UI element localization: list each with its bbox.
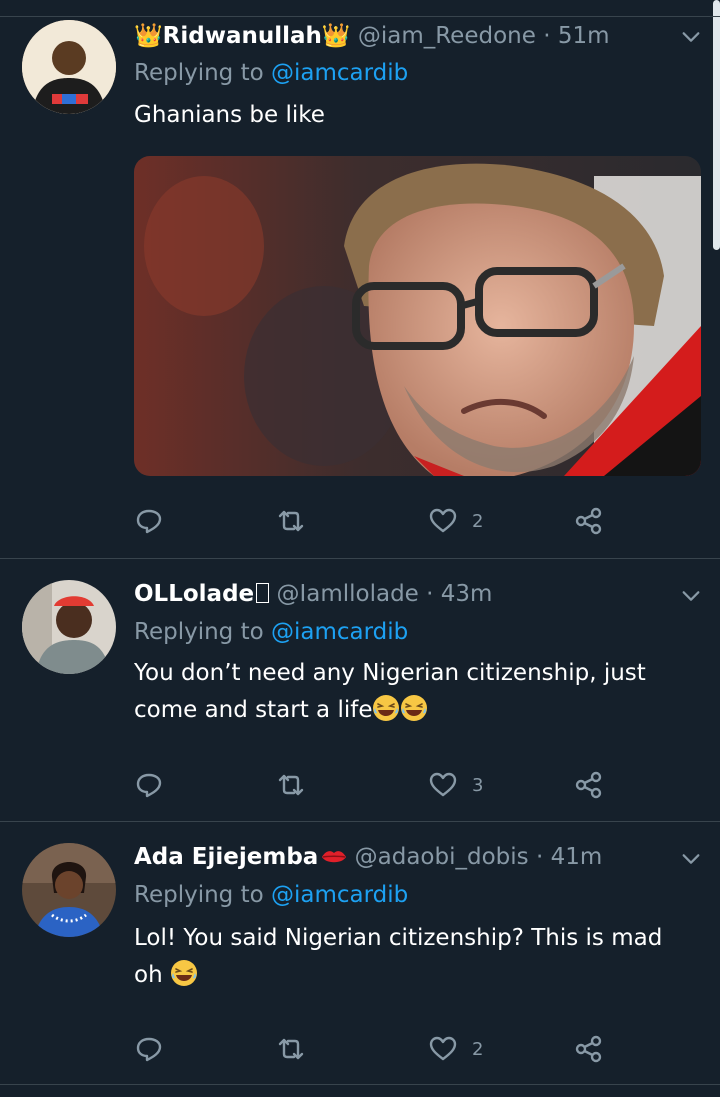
tweet-text-line-content: oh [134,962,163,988]
retweet-icon [278,1038,304,1060]
lips-emoji-icon [322,851,347,863]
retweet-icon [278,510,304,532]
laughing-face-emoji-icon [170,960,197,986]
chevron-down-icon[interactable] [680,848,702,870]
retweet-icon [278,774,304,796]
replying-to-label: Replying to [134,619,264,645]
share-button[interactable] [574,765,604,805]
heart-icon [429,508,457,533]
display-name[interactable]: Ada Ejiejemba [134,844,318,870]
timestamp[interactable]: 51m [558,23,610,49]
tweet-actions: 2 [134,1029,634,1069]
reply-icon [136,773,162,798]
avatar[interactable] [22,843,116,937]
replying-to: Replying to @iamcardib [134,60,408,86]
reply-button[interactable] [134,501,164,541]
like-count: 3 [472,774,484,796]
photo-of-frowning-man-with-glasses [134,156,701,476]
tweet-text: You don’t need any Nigerian citizenship,… [134,655,694,729]
tweet-text-line: You don’t need any Nigerian citizenship,… [134,660,646,686]
like-button[interactable]: 2 [428,501,483,541]
tweet-1[interactable]: 👑Ridwanullah👑 @iam_Reedone · 51m Replyin… [0,0,720,558]
timestamp[interactable]: 43m [441,581,493,607]
tweet-header: 👑Ridwanullah👑 @iam_Reedone · 51m [134,22,609,49]
display-name[interactable]: 👑Ridwanullah👑 [134,23,351,49]
like-count: 2 [472,510,484,532]
reply-button[interactable] [134,765,164,805]
share-icon [575,1035,602,1063]
unknown-glyph-icon [256,583,270,603]
tweet-text-line: oh [134,957,694,994]
replying-to-label: Replying to [134,882,264,908]
display-name[interactable]: OLLolade [134,581,254,607]
reply-icon [136,509,162,534]
tweet-media-image[interactable] [134,156,701,476]
chevron-down-icon[interactable] [680,585,702,607]
divider [0,1084,720,1085]
tweet-text: Ghanians be like [134,102,325,128]
mention-link[interactable]: @iamcardib [271,882,408,908]
avatar-image [22,843,116,937]
retweet-button[interactable] [276,765,306,805]
replying-to-label: Replying to [134,60,264,86]
like-count: 2 [472,1038,484,1060]
timestamp[interactable]: 41m [551,844,603,870]
chevron-down-icon[interactable] [680,26,702,48]
tweet-3[interactable]: Ada Ejiejemba @adaobi_dobis · 41m Replyi… [0,822,720,1084]
tweet-actions: 3 [134,765,634,805]
replying-to: Replying to @iamcardib [134,882,408,908]
retweet-button[interactable] [276,501,306,541]
user-handle[interactable]: @iam_Reedone [358,23,536,49]
laughing-face-emoji-icon [373,695,400,721]
mention-link[interactable]: @iamcardib [271,619,408,645]
share-button[interactable] [574,501,604,541]
reply-icon [136,1037,162,1062]
tweet-header: OLLolade @Iamllolade · 43m [134,581,492,607]
heart-icon [429,1036,457,1061]
tweet-header: Ada Ejiejemba @adaobi_dobis · 41m [134,844,602,870]
retweet-button[interactable] [276,1029,306,1069]
avatar-image [22,580,116,674]
tweet-text-line: Lol! You said Nigerian citizenship? This… [134,925,663,951]
share-button[interactable] [574,1029,604,1069]
avatar[interactable] [22,20,116,114]
tweet-actions: 2 [134,501,634,541]
dot-separator: · [543,23,551,49]
like-button[interactable]: 3 [428,765,483,805]
tweet-text: Lol! You said Nigerian citizenship? This… [134,920,694,994]
user-handle[interactable]: @Iamllolade [276,581,418,607]
avatar-image [22,20,116,114]
dot-separator: · [535,844,544,870]
like-button[interactable]: 2 [428,1029,483,1069]
share-icon [575,507,602,535]
tweet-text-line: come and start a life [134,692,694,729]
mention-link[interactable]: @iamcardib [271,60,408,86]
replying-to: Replying to @iamcardib [134,619,408,645]
avatar[interactable] [22,580,116,674]
share-icon [575,771,602,799]
user-handle[interactable]: @adaobi_dobis [355,844,529,870]
tweet-2[interactable]: OLLolade @Iamllolade · 43m Replying to @… [0,559,720,821]
tweet-text-line-content: come and start a life [134,697,373,723]
dot-separator: · [426,581,434,607]
heart-icon [429,772,457,797]
reply-button[interactable] [134,1029,164,1069]
laughing-face-emoji-icon [401,695,428,721]
